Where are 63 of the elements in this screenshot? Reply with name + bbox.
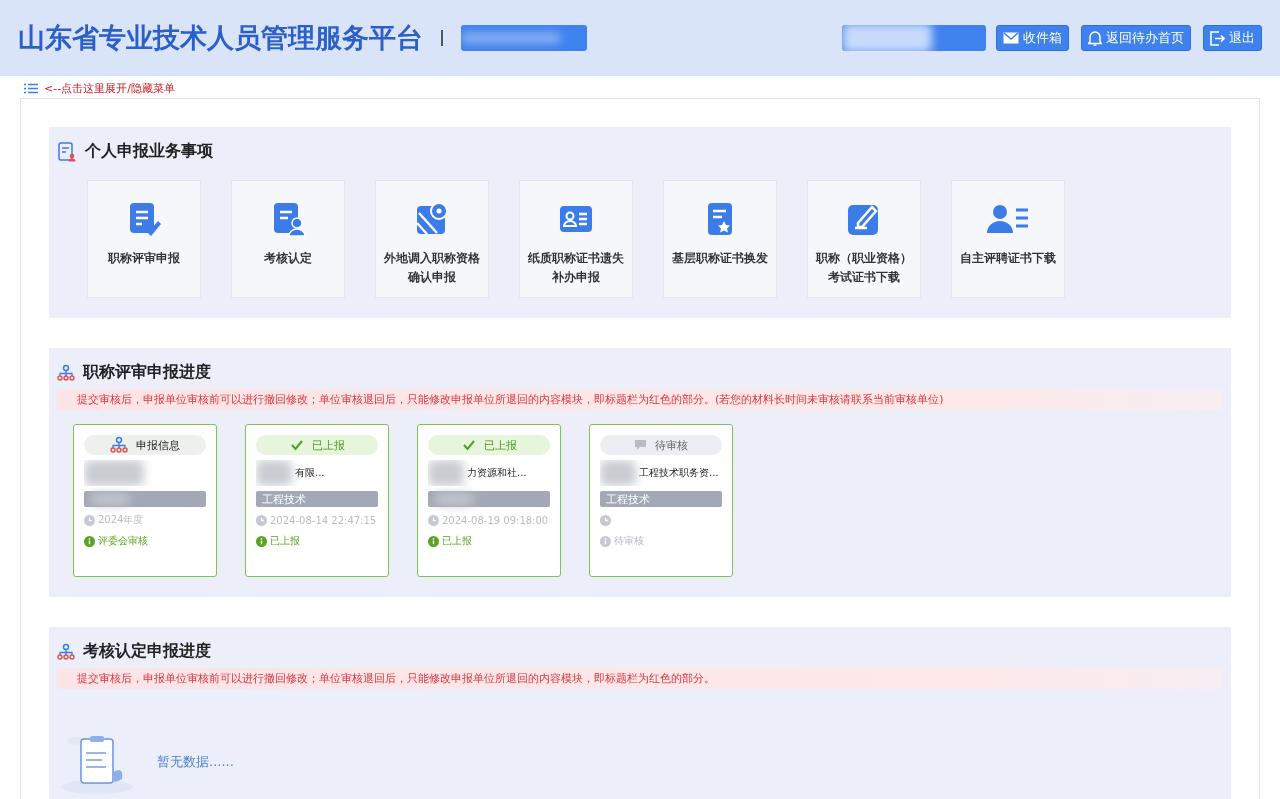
header-button[interactable]: 退出 [1203,25,1262,51]
progress-card[interactable]: 已上报 有限... 工程技术 2024-08-14 22:47:15 已上报 [245,424,389,577]
header-button[interactable]: 收件箱 [996,25,1069,51]
service-tile[interactable]: 考核认定 [231,180,345,298]
status-text: 待审核 [614,534,644,548]
mail-icon [1003,32,1019,44]
chat-icon [634,439,647,451]
clock-icon [428,514,439,526]
service-tile[interactable]: 职称评审申报 [87,180,201,298]
menu-icon [24,83,38,94]
section-title: 职称评审申报进度 [83,362,211,383]
exit-icon [1210,30,1225,46]
organization-text: 力资源和社... [467,466,527,480]
header-button[interactable]: 返回待办首页 [1081,25,1191,51]
site-title: 山东省专业技术人员管理服务平台 [18,21,423,55]
redaction-blur [600,460,636,486]
time-text: 2024-08-14 22:47:15 [270,514,377,526]
status-header: 待审核 [600,435,722,455]
service-tile[interactable]: 职称（职业资格）考试证书下载 [807,180,921,298]
info-icon [600,535,611,547]
clock-icon [84,514,95,526]
bell-icon [1088,30,1102,46]
org-chart-icon [57,363,75,382]
status-header: 已上报 [428,435,550,455]
org-chart-icon [110,436,128,454]
progress-card[interactable]: 申报信息 2024年度 评委会审核 [73,424,217,577]
section-title: 个人申报业务事项 [85,141,213,162]
progress-card[interactable]: 待审核 工程技术职务资... 工程技术 待审核 [589,424,733,577]
redaction-blur [256,460,292,486]
service-tile[interactable]: 纸质职称证书遗失补办申报 [519,180,633,298]
redaction-blur [428,460,464,486]
service-tile[interactable]: 基层职称证书换发 [663,180,777,298]
info-icon [428,535,439,547]
progress-card[interactable]: 已上报 力资源和社... 2024-08-19 09:18:00 已上报 [417,424,561,577]
status-text: 评委会审核 [98,534,148,548]
check-icon [461,438,476,452]
time-text: 2024年度 [98,513,144,527]
redaction-blur [84,460,144,486]
clock-icon [600,514,611,526]
category-bar: 工程技术 [600,491,722,507]
notice-text: 提交审核后，申报单位审核前可以进行撤回修改；单位审核退回后，只能修改申报单位所退回的内容模块，即标题栏为红色的部分。(若您的材料长时间未审核请联系当前审核单位) [57,389,1223,410]
section-title: 考核认定申报进度 [83,641,211,662]
category-bar: 工程技术 [256,491,378,507]
status-text: 已上报 [270,534,300,548]
clock-icon [256,514,267,526]
org-chart-icon [57,642,75,661]
notice-text: 提交审核后，申报单位审核前可以进行撤回修改；单位审核退回后，只能修改申报单位所退回的内容模块，即标题栏为红色的部分。 [57,668,1223,689]
organization-text: 工程技术职务资... [639,466,719,480]
map-pin-icon [414,201,450,237]
service-tile[interactable]: 外地调入职称资格确认申报 [375,180,489,298]
status-header: 申报信息 [84,435,206,455]
document-user-icon [57,141,77,162]
info-icon [84,535,95,547]
status-header: 已上报 [256,435,378,455]
time-text: 2024-08-19 09:18:00 [442,514,549,526]
service-tile[interactable]: 自主评聘证书下载 [951,180,1065,298]
user-menu-button[interactable] [842,25,986,51]
menu-toggle-link[interactable]: <--点击这里展开/隐藏菜单 [44,81,175,96]
organization-text: 有限... [295,466,325,480]
info-icon [256,535,267,547]
status-text: 已上报 [442,534,472,548]
empty-message: 暂无数据...... [157,753,234,771]
check-icon [289,438,304,452]
